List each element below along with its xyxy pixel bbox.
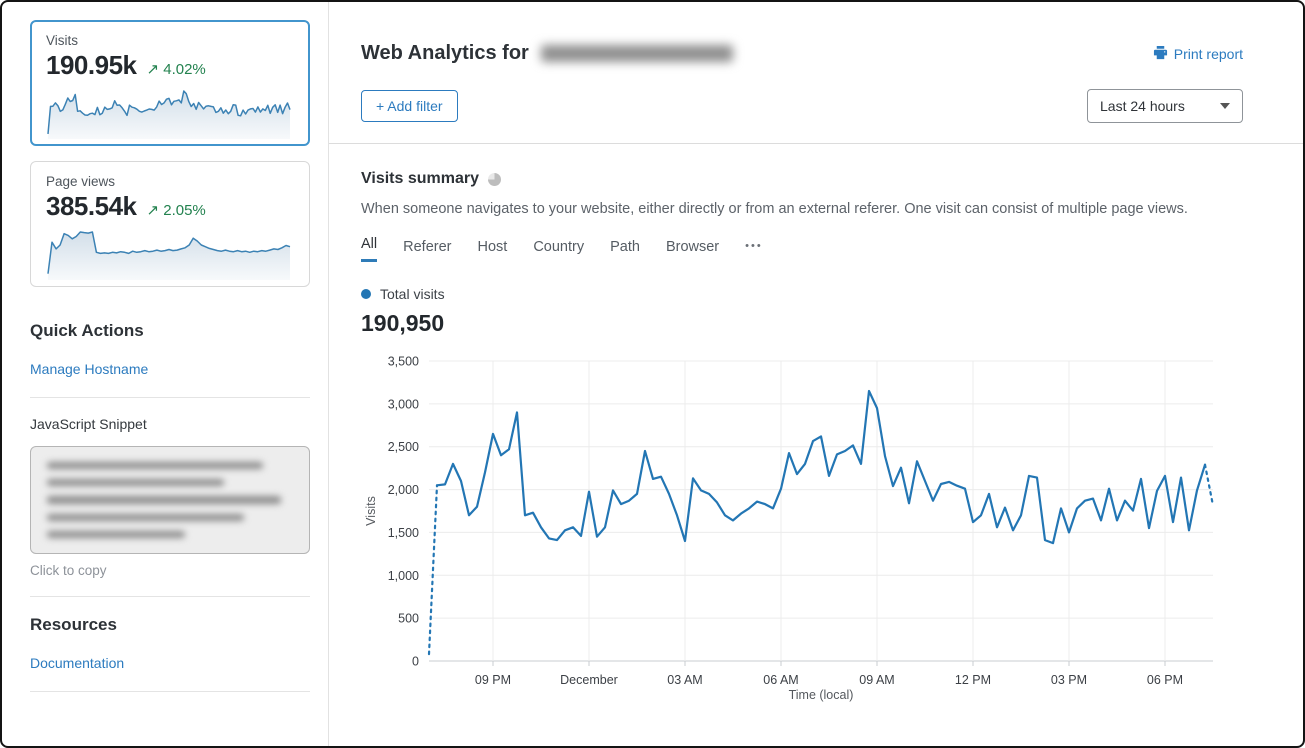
legend-label: Total visits [380, 286, 445, 302]
svg-text:09 PM: 09 PM [475, 673, 511, 687]
svg-text:2,500: 2,500 [388, 440, 419, 454]
redacted-code-line [47, 514, 244, 521]
svg-text:03 PM: 03 PM [1051, 673, 1087, 687]
svg-text:December: December [560, 673, 618, 687]
sidebar: Visits 190.95k ↗ 4.02% Page views 385.54… [2, 2, 328, 746]
summary-tabs: All Referer Host Country Path Browser ••• [361, 236, 1243, 262]
visits-summary-title: Visits summary [361, 170, 1243, 188]
svg-text:06 PM: 06 PM [1147, 673, 1183, 687]
trend-up-icon: ↗ [146, 61, 159, 78]
tab-all[interactable]: All [361, 236, 377, 262]
svg-text:Visits: Visits [364, 496, 378, 526]
legend-dot-icon [361, 289, 371, 299]
tab-path[interactable]: Path [610, 239, 640, 262]
pie-chart-icon [488, 173, 501, 186]
svg-text:2,000: 2,000 [388, 483, 419, 497]
printer-icon [1153, 45, 1168, 63]
js-snippet-label: JavaScript Snippet [30, 416, 310, 432]
divider [30, 596, 310, 597]
svg-text:09 AM: 09 AM [859, 673, 894, 687]
svg-text:1,000: 1,000 [388, 569, 419, 583]
documentation-link[interactable]: Documentation [30, 655, 124, 671]
divider [30, 691, 310, 692]
main-header: Web Analytics for Print report + Add fil… [329, 2, 1303, 144]
pageviews-card-label: Page views [46, 174, 294, 189]
print-report-link[interactable]: Print report [1153, 45, 1243, 63]
visits-sparkline [46, 85, 294, 139]
tab-country[interactable]: Country [533, 239, 584, 262]
svg-text:0: 0 [412, 655, 419, 669]
svg-text:500: 500 [398, 612, 419, 626]
pageviews-sparkline [46, 226, 294, 280]
resources-heading: Resources [30, 615, 310, 635]
tab-host[interactable]: Host [477, 239, 507, 262]
chart-legend: Total visits [361, 286, 1243, 302]
main-panel: Web Analytics for Print report + Add fil… [328, 2, 1303, 746]
redacted-code-line [47, 479, 224, 486]
page-title: Web Analytics for [361, 42, 733, 65]
web-analytics-page: Visits 190.95k ↗ 4.02% Page views 385.54… [0, 0, 1305, 748]
visits-card-value: 190.95k [46, 50, 136, 81]
svg-text:12 PM: 12 PM [955, 673, 991, 687]
visits-metric-card[interactable]: Visits 190.95k ↗ 4.02% [30, 20, 310, 146]
tab-referer[interactable]: Referer [403, 239, 451, 262]
svg-text:Time (local): Time (local) [789, 688, 854, 702]
total-visits-value: 190,950 [361, 310, 1243, 337]
visits-time-series-chart: 09 PM December 03 AM 06 AM 09 AM 12 PM 03 PM 06… [361, 349, 1243, 710]
svg-text:06 AM: 06 AM [763, 673, 798, 687]
redacted-code-line [47, 462, 263, 469]
redacted-code-line [47, 496, 281, 503]
pageviews-card-delta: ↗ 2.05% [146, 201, 205, 219]
svg-text:03 AM: 03 AM [667, 673, 702, 687]
pageviews-card-value: 385.54k [46, 191, 136, 222]
tab-more[interactable]: ••• [745, 240, 763, 262]
tab-browser[interactable]: Browser [666, 239, 719, 262]
svg-text:3,000: 3,000 [388, 397, 419, 411]
redacted-code-line [47, 531, 185, 538]
svg-text:3,500: 3,500 [388, 355, 419, 369]
pageviews-metric-card[interactable]: Page views 385.54k ↗ 2.05% [30, 161, 310, 287]
visits-summary-section: Visits summary When someone navigates to… [329, 144, 1303, 710]
trend-up-icon: ↗ [146, 202, 159, 219]
visits-card-delta: ↗ 4.02% [146, 60, 205, 78]
time-range-select[interactable]: Last 24 hours [1087, 89, 1243, 123]
chevron-down-icon [1220, 103, 1230, 109]
add-filter-button[interactable]: + Add filter [361, 90, 458, 122]
click-to-copy-hint: Click to copy [30, 563, 310, 578]
svg-text:1,500: 1,500 [388, 526, 419, 540]
js-snippet-box[interactable] [30, 446, 310, 554]
divider [30, 397, 310, 398]
quick-actions-heading: Quick Actions [30, 321, 310, 341]
visits-summary-description: When someone navigates to your website, … [361, 201, 1243, 217]
manage-hostname-link[interactable]: Manage Hostname [30, 361, 148, 377]
visits-card-label: Visits [46, 33, 294, 48]
redacted-domain [541, 45, 733, 62]
